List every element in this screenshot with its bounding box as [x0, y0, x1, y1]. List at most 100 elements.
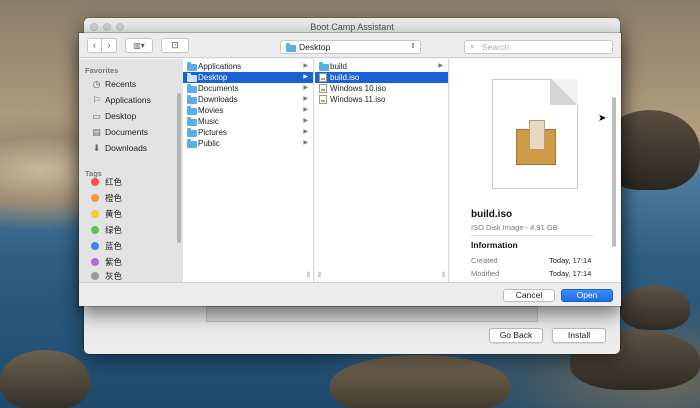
modified-value: Today, 17:14 [549, 269, 592, 278]
minimize-window-button[interactable] [103, 23, 111, 31]
column-resize-handle[interactable]: ⦀ [307, 272, 310, 280]
chevron-right-icon: ▶ [303, 85, 308, 91]
sidebar-tag-orange[interactable]: 橙色 [91, 191, 183, 205]
tag-label: 绿色 [105, 225, 123, 235]
modified-label: Modified [471, 269, 500, 278]
sidebar-tag-blue[interactable]: 蓝色 [91, 239, 183, 253]
preview-file-name: build.iso [471, 209, 513, 220]
sidebar-scrollbar[interactable] [177, 93, 181, 243]
chevron-right-icon: ▶ [303, 140, 308, 146]
chevron-right-icon: ▶ [303, 107, 308, 113]
forward-button[interactable]: › [102, 38, 117, 53]
sidebar-item-downloads[interactable]: ⬇ Downloads [91, 141, 183, 155]
sidebar-item-label: Recents [105, 79, 137, 89]
location-label: Desktop [299, 42, 331, 52]
desktop-icon: ▭ [92, 111, 101, 121]
sidebar-tag-gray[interactable]: 灰色 [91, 269, 183, 282]
column-home: Applications ▶ Desktop ▶ Documents ▶ Downlo… [183, 59, 314, 282]
tag-dot-icon [91, 258, 99, 266]
list-item[interactable]: Movies ▶ [183, 105, 313, 116]
sidebar-item-label: Applications [105, 95, 151, 105]
tag-dot-icon [91, 272, 99, 280]
go-back-button[interactable]: Go Back [489, 328, 543, 343]
chevron-right-icon: ▶ [303, 129, 308, 135]
sidebar-tag-red[interactable]: 红色 [91, 175, 183, 189]
chevron-left-icon: ‹ [93, 40, 96, 50]
sidebar-item-label: Desktop [105, 111, 137, 121]
partition-area [206, 306, 538, 322]
downloads-icon: ⬇ [92, 143, 101, 153]
sidebar-tag-green[interactable]: 绿色 [91, 223, 183, 237]
list-item[interactable]: Downloads ▶ [183, 94, 313, 105]
tag-dot-icon [91, 242, 99, 250]
columns-view-icon: ▥▾ [133, 41, 145, 50]
list-item[interactable]: Applications ▶ [183, 61, 313, 72]
chevron-right-icon: ▶ [438, 63, 443, 69]
desktop-rock [330, 355, 510, 408]
sidebar-item-applications[interactable]: ⚐ Applications [91, 93, 183, 107]
sidebar-item-recents[interactable]: ◷ Recents [91, 77, 183, 91]
list-item[interactable]: Pictures ▶ [183, 127, 313, 138]
open-file-dialog: ‹ › ▥▾ ⊡ Desktop ⇕ ⌕ Search Favorites ◷ R… [79, 33, 621, 306]
chevron-right-icon: ▶ [303, 118, 308, 124]
tag-dot-icon [91, 194, 99, 202]
cancel-button[interactable]: Cancel [503, 289, 555, 302]
sidebar-item-label: Documents [105, 127, 148, 137]
list-item[interactable]: build.iso [315, 72, 448, 83]
information-heading: Information [471, 240, 518, 250]
column-resize-handle[interactable]: ⦀ [442, 272, 445, 280]
sidebar-item-desktop[interactable]: ▭ Desktop [91, 109, 183, 123]
tag-dot-icon [91, 210, 99, 218]
list-item[interactable]: Music ▶ [183, 116, 313, 127]
new-folder-button[interactable]: ⊡ [161, 38, 189, 53]
dialog-toolbar: ‹ › ▥▾ ⊡ Desktop ⇕ ⌕ Search [79, 33, 621, 58]
disk-image-icon [319, 95, 327, 108]
list-item[interactable]: Windows 11.iso [315, 94, 448, 105]
back-button[interactable]: ‹ [87, 38, 102, 53]
preview-scrollbar[interactable] [612, 97, 616, 247]
sidebar-item-documents[interactable]: ▤ Documents [91, 125, 183, 139]
chevron-updown-icon: ⇕ [410, 43, 416, 50]
sidebar-tag-purple[interactable]: 紫色 [91, 255, 183, 269]
search-icon: ⌕ [470, 42, 475, 51]
folder-icon [286, 43, 296, 55]
divider [471, 235, 593, 236]
column-resize-handle[interactable]: ⦀ [318, 272, 321, 280]
preview-file-kind: ISO Disk Image - 4.91 GB [471, 223, 558, 232]
tag-label: 蓝色 [105, 241, 123, 251]
tag-label: 灰色 [105, 271, 123, 281]
chevron-right-icon: ▶ [303, 74, 308, 80]
search-field[interactable]: ⌕ Search [464, 40, 613, 54]
sidebar: Favorites ◷ Recents ⚐ Applications ▭ Deskto… [79, 59, 183, 282]
created-label: Created [471, 256, 498, 265]
tag-dot-icon [91, 178, 99, 186]
window-title: Boot Camp Assistant [310, 22, 394, 32]
zoom-window-button[interactable] [116, 23, 124, 31]
tag-label: 黄色 [105, 209, 123, 219]
list-item[interactable]: build ▶ [315, 61, 448, 72]
clock-icon: ◷ [92, 79, 101, 89]
new-folder-icon: ⊡ [171, 40, 179, 50]
desktop-rock [620, 285, 690, 330]
search-placeholder: Search [482, 42, 509, 52]
sidebar-section-favorites: Favorites [85, 66, 119, 75]
view-mode-button[interactable]: ▥▾ [125, 38, 153, 53]
column-desktop: build ▶ build.iso Windows 10.iso Windows … [315, 59, 449, 282]
list-item[interactable]: Windows 10.iso [315, 83, 448, 94]
list-item[interactable]: Documents ▶ [183, 83, 313, 94]
list-item[interactable]: Desktop ▶ [183, 72, 313, 83]
install-button[interactable]: Install [552, 328, 606, 343]
sidebar-tag-yellow[interactable]: 黄色 [91, 207, 183, 221]
close-window-button[interactable] [90, 23, 98, 31]
created-value: Today, 17:14 [549, 256, 592, 265]
sidebar-item-label: Downloads [105, 143, 148, 153]
documents-icon: ▤ [92, 127, 101, 137]
dialog-footer: Cancel Open [79, 282, 621, 306]
open-button[interactable]: Open [561, 289, 613, 302]
disk-image-large-icon [492, 79, 578, 189]
applications-icon: ⚐ [92, 95, 101, 105]
location-popup[interactable]: Desktop ⇕ [280, 40, 421, 54]
tag-label: 紫色 [105, 257, 123, 267]
tag-label: 红色 [105, 177, 123, 187]
list-item[interactable]: Public ▶ [183, 138, 313, 149]
